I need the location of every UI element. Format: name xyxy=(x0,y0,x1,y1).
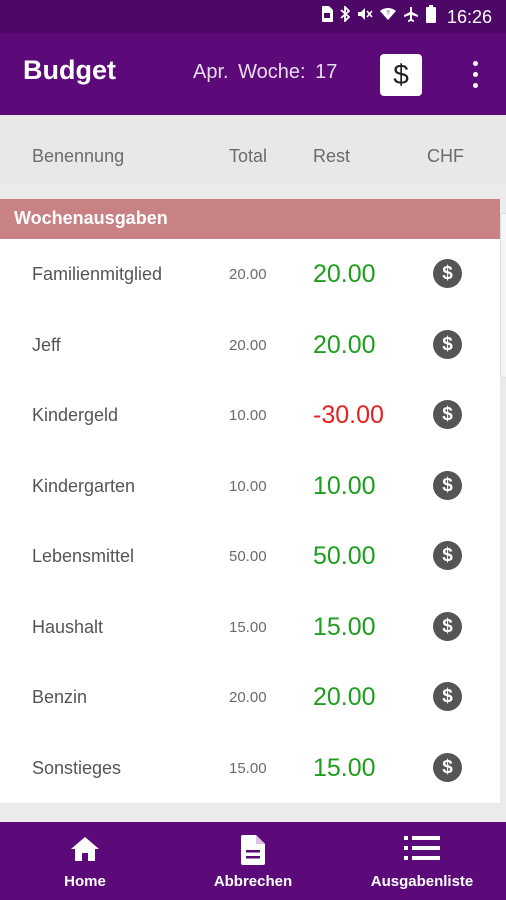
status-bar: ? 16:26 xyxy=(0,0,506,33)
sim-icon xyxy=(321,6,333,28)
bluetooth-icon xyxy=(340,4,351,28)
expense-total: 20.00 xyxy=(229,689,267,706)
expense-name: Familienmitglied xyxy=(32,264,163,284)
nav-expense-list[interactable]: Ausgabenliste xyxy=(362,822,482,900)
expense-card: Wochenausgaben Familienmitglied 20.00 20.0… xyxy=(0,199,500,803)
section-header: Wochenausgaben xyxy=(0,199,500,239)
expense-rest: 15.00 xyxy=(313,612,376,641)
section-title: Wochenausgaben xyxy=(14,208,168,228)
dollar-button[interactable]: $ xyxy=(380,54,422,96)
expense-row[interactable]: Kindergeld 10.00 -30.00 $ xyxy=(0,380,500,450)
nav-home[interactable]: Home xyxy=(35,822,135,900)
expense-total: 50.00 xyxy=(229,548,267,565)
app-title: Budget xyxy=(23,55,116,85)
status-icons: ? 16:26 xyxy=(321,4,492,29)
expense-rest: -30.00 xyxy=(313,401,384,429)
expense-name: Kindergarten xyxy=(32,475,136,496)
status-time: 16:26 xyxy=(446,7,492,27)
expense-name: Jeff xyxy=(32,334,61,355)
week-label: Apr. Woche: 17 xyxy=(193,61,338,83)
dollar-coin-icon[interactable]: $ xyxy=(433,259,462,288)
column-total: Total xyxy=(229,146,268,166)
list-icon xyxy=(404,835,440,866)
expense-row[interactable]: Benzin 20.00 20.00 $ xyxy=(0,662,500,732)
dollar-coin-icon[interactable]: $ xyxy=(433,329,462,359)
expense-rest: 10.00 xyxy=(313,471,376,500)
expense-row[interactable]: Kindergarten 10.00 10.00 $ xyxy=(0,451,500,521)
expense-rest: 20.00 xyxy=(313,683,376,711)
expense-total: 10.00 xyxy=(229,477,267,495)
dollar-coin-icon[interactable]: $ xyxy=(433,400,462,429)
app-bar: Budget Apr. Woche: 17 $ xyxy=(0,33,506,115)
expense-row[interactable]: Jeff 20.00 20.00 $ xyxy=(0,310,500,380)
airplane-icon xyxy=(403,6,419,28)
document-icon xyxy=(241,835,265,870)
column-rest: Rest xyxy=(313,146,351,166)
mute-icon xyxy=(357,6,373,28)
expense-name: Kindergeld xyxy=(32,405,119,425)
bottom-nav: Home Abbrechen Ausgabenliste xyxy=(0,822,506,900)
expense-total: 20.00 xyxy=(229,266,267,283)
expense-name: Lebensmittel xyxy=(32,546,135,566)
dollar-coin-icon[interactable]: $ xyxy=(433,541,462,570)
expense-rest: 20.00 xyxy=(313,330,376,359)
wifi-icon: ? xyxy=(379,6,396,28)
expense-name: Sonstieges xyxy=(32,757,122,778)
more-options-icon[interactable] xyxy=(462,57,488,93)
expense-row[interactable]: Lebensmittel 50.00 50.00 $ xyxy=(0,521,500,591)
nav-home-label: Home xyxy=(64,873,106,890)
dollar-coin-icon[interactable]: $ xyxy=(433,470,462,500)
battery-icon xyxy=(425,5,436,29)
expense-rest: 50.00 xyxy=(313,542,376,570)
nav-expense-list-label: Ausgabenliste xyxy=(370,873,474,890)
dollar-coin-icon[interactable]: $ xyxy=(433,682,462,711)
column-currency: CHF xyxy=(427,146,464,166)
expense-row[interactable]: Haushalt 15.00 15.00 $ xyxy=(0,592,500,662)
column-name: Benennung xyxy=(32,146,125,166)
expense-row[interactable]: Sonstieges 15.00 15.00 $ xyxy=(0,733,500,803)
nav-cancel[interactable]: Abbrechen xyxy=(198,822,308,900)
home-icon xyxy=(70,835,100,868)
expense-name: Benzin xyxy=(32,687,88,707)
expense-total: 20.00 xyxy=(229,336,267,354)
expense-total: 15.00 xyxy=(229,618,267,636)
column-header: Benennung Total Rest CHF xyxy=(0,115,506,185)
nav-cancel-label: Abbrechen xyxy=(213,873,293,890)
scrollbar[interactable] xyxy=(500,213,506,378)
dollar-coin-icon[interactable]: $ xyxy=(433,752,462,782)
expense-rest: 20.00 xyxy=(313,260,376,288)
expense-total: 15.00 xyxy=(229,759,267,777)
expense-name: Haushalt xyxy=(32,616,104,637)
expense-rest: 15.00 xyxy=(313,753,376,782)
expense-row[interactable]: Familienmitglied 20.00 20.00 $ xyxy=(0,239,500,309)
dollar-coin-icon[interactable]: $ xyxy=(433,611,462,641)
expense-total: 10.00 xyxy=(229,407,267,424)
